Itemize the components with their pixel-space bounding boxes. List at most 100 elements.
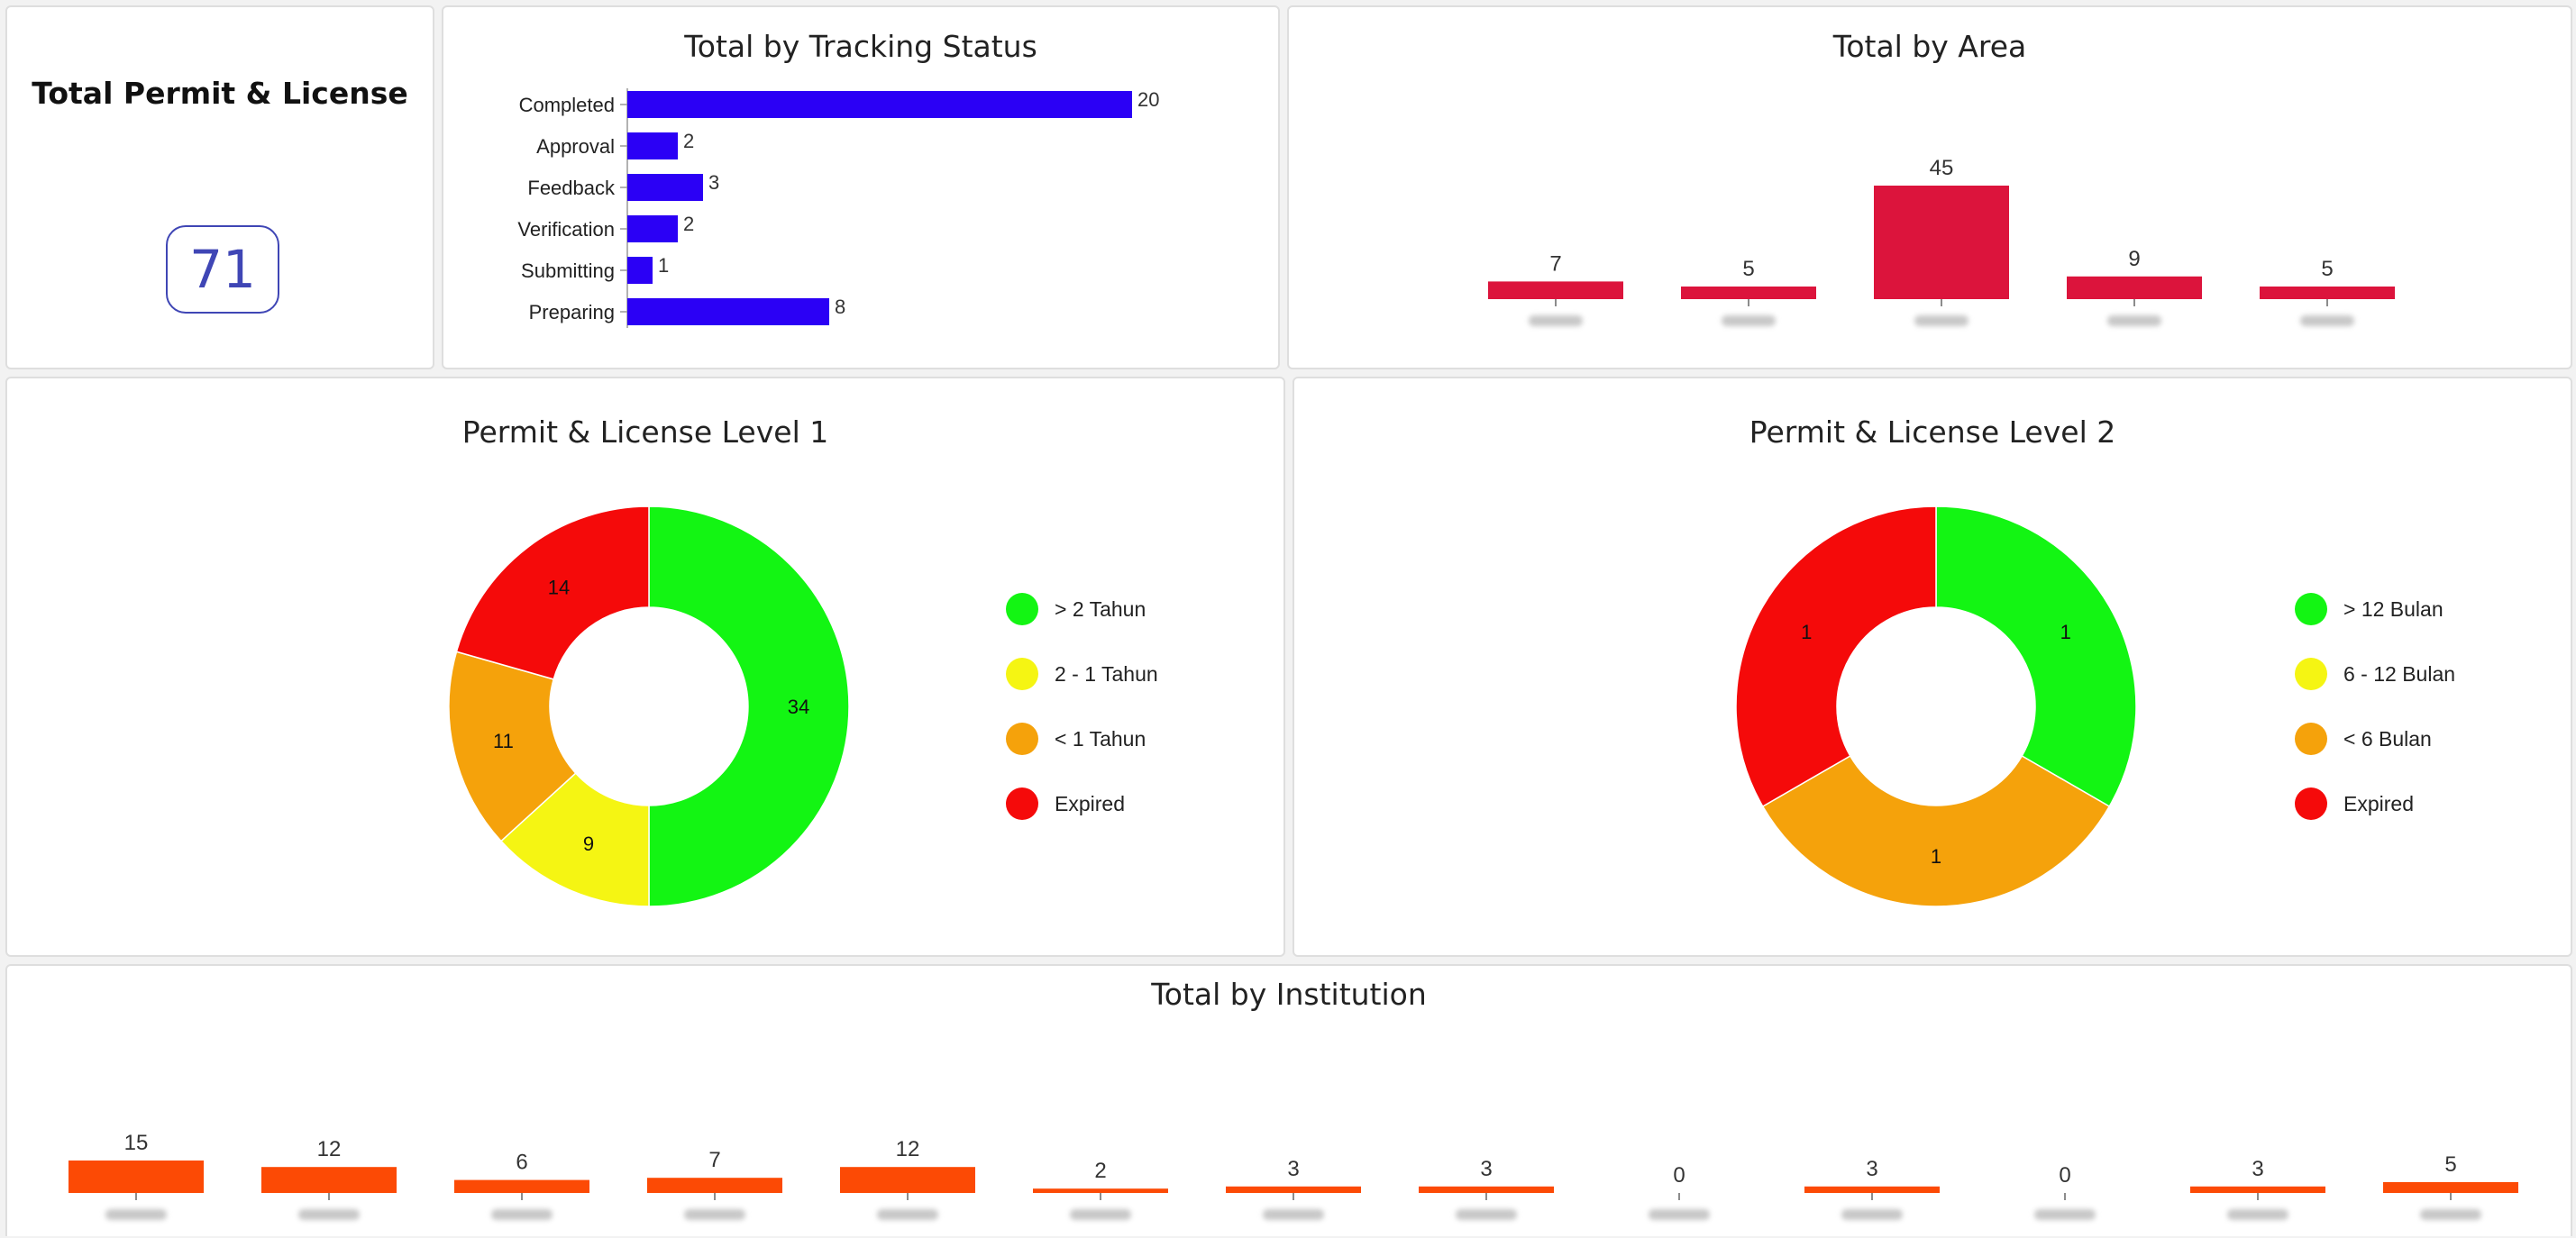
data-label: 3 [1287, 1157, 1299, 1181]
bar [261, 1167, 397, 1193]
bar [1874, 186, 2009, 299]
data-label: 7 [708, 1148, 720, 1172]
legend-swatch [2295, 787, 2327, 820]
data-label: 6 [516, 1151, 527, 1175]
data-label: 20 [1137, 88, 1159, 111]
x-tick-label [877, 1209, 938, 1220]
slice-label: 9 [583, 833, 594, 855]
slice-label: 1 [1801, 621, 1812, 643]
institution-panel: Total by Institution 15 12 6 7 12 2 3 3 0 3 0 3 5 [5, 964, 2572, 1236]
donut-slice [1761, 754, 2111, 907]
x-tick-label [1456, 1209, 1517, 1220]
slice-label: 11 [493, 730, 514, 752]
total-permit-title: Total Permit & License [32, 76, 408, 111]
legend-item: 6 - 12 Bulan [2295, 656, 2529, 692]
data-label: 2 [1094, 1159, 1106, 1183]
legend-item: Expired [1006, 786, 1240, 822]
legend-item: 2 - 1 Tahun [1006, 656, 1240, 692]
y-tick-label: Submitting [521, 259, 615, 282]
legend-swatch [2295, 723, 2327, 755]
x-tick-label [1070, 1209, 1131, 1220]
bar [627, 215, 678, 242]
bar [627, 298, 829, 325]
legend-swatch [2295, 658, 2327, 690]
level2-panel: Permit & License Level 2 111 > 12 Bulan … [1293, 377, 2572, 957]
level1-panel: Permit & License Level 1 34 9 11 14 > 2 Tah… [5, 377, 1285, 957]
legend-item: > 12 Bulan [2295, 591, 2529, 627]
bar [840, 1167, 975, 1193]
bar [1419, 1186, 1554, 1193]
x-tick-label [2300, 315, 2354, 326]
x-tick-label [684, 1209, 745, 1220]
data-label: 3 [2252, 1157, 2263, 1181]
x-tick-label [2034, 1209, 2096, 1220]
donut-slice [1935, 505, 2137, 808]
x-tick-label [1841, 1209, 1903, 1220]
legend-label: > 12 Bulan [2343, 596, 2444, 621]
y-tick-label: Approval [536, 135, 615, 158]
data-label: 0 [1673, 1163, 1685, 1188]
x-tick-label [491, 1209, 553, 1220]
institution-chart: 15 12 6 7 12 2 3 3 0 3 0 3 5 [69, 1131, 2518, 1220]
legend-label: < 6 Bulan [2343, 726, 2432, 751]
x-tick-label [2107, 315, 2161, 326]
data-label: 1 [658, 254, 669, 277]
x-tick-label [298, 1209, 360, 1220]
y-tick-label: Verification [517, 218, 615, 241]
x-tick-label [1529, 315, 1583, 326]
bar [1226, 1186, 1361, 1193]
x-tick-label [1914, 315, 1969, 326]
bar [627, 174, 703, 201]
data-label: 7 [1549, 251, 1561, 276]
y-tick-label: Preparing [529, 301, 615, 323]
x-tick-label [1263, 1209, 1324, 1220]
bar [647, 1178, 782, 1193]
legend-swatch [1006, 658, 1038, 690]
legend-swatch [1006, 787, 1038, 820]
area-panel: Total by Area 7 5 45 9 5 [1287, 5, 2572, 369]
legend-swatch [2295, 593, 2327, 625]
bar [627, 91, 1132, 118]
bar [2260, 287, 2395, 299]
data-label: 15 [124, 1131, 149, 1155]
data-label: 2 [683, 213, 694, 235]
bar [1033, 1188, 1168, 1193]
legend-swatch [1006, 723, 1038, 755]
bar [1804, 1186, 1940, 1193]
total-permit-value: 71 [166, 225, 279, 314]
data-label: 3 [1866, 1157, 1877, 1181]
bar [1488, 281, 1623, 299]
legend-item: < 6 Bulan [2295, 721, 2529, 757]
data-label: 9 [2128, 247, 2140, 271]
donut-slice [648, 505, 850, 907]
x-tick-label [2227, 1209, 2288, 1220]
slice-label: 34 [788, 696, 809, 718]
data-label: 12 [317, 1137, 342, 1161]
data-label: 0 [2059, 1163, 2070, 1188]
data-label: 12 [896, 1137, 920, 1161]
legend-label: > 2 Tahun [1055, 596, 1146, 621]
legend-item: > 2 Tahun [1006, 591, 1240, 627]
legend-label: Expired [2343, 791, 2414, 815]
data-label: 3 [708, 171, 719, 194]
bar [69, 1161, 204, 1193]
legend-label: < 1 Tahun [1055, 726, 1146, 751]
x-tick-label [1722, 315, 1776, 326]
total-permit-card: Total Permit & License 71 [5, 5, 434, 369]
area-chart: 7 5 45 9 5 [1488, 156, 2395, 326]
bar [1681, 287, 1816, 299]
legend-swatch [1006, 593, 1038, 625]
tracking-status-chart: Completed 20 Approval 2 Feedback 3 Verificatio… [517, 88, 1159, 328]
data-label: 5 [2321, 257, 2333, 281]
x-tick-label [2420, 1209, 2481, 1220]
donut-slice [1735, 505, 1937, 808]
legend-label: Expired [1055, 791, 1125, 815]
data-label: 2 [683, 130, 694, 152]
data-label: 45 [1930, 156, 1954, 180]
bar [2067, 276, 2202, 299]
tracking-status-panel: Total by Tracking Status Completed 20 Appr… [442, 5, 1280, 369]
y-tick-label: Feedback [527, 177, 616, 199]
legend-item: Expired [2295, 786, 2529, 822]
bar [627, 132, 678, 159]
bar [2383, 1182, 2518, 1193]
